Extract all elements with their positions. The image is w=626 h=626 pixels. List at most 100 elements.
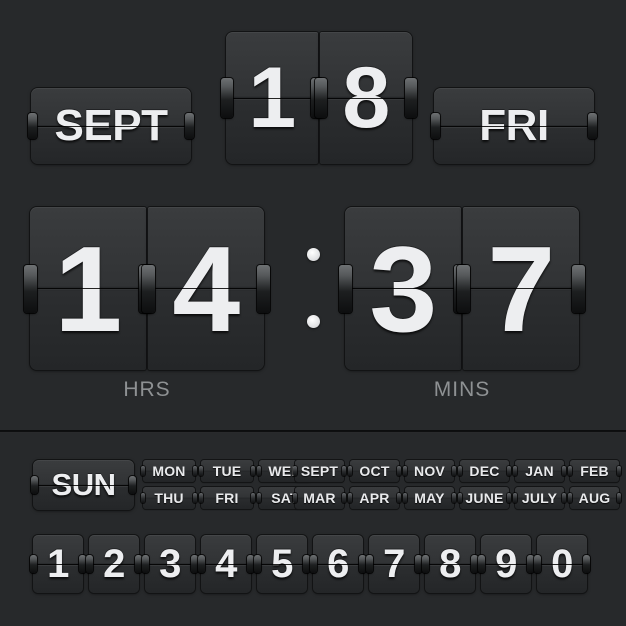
hinge-nub-right-icon bbox=[359, 555, 366, 573]
month-chip[interactable]: JUNE bbox=[458, 487, 511, 509]
hinge-nub-right-icon bbox=[129, 476, 136, 494]
hinge-nub-right-icon bbox=[185, 113, 194, 139]
hinge-nub-left-icon bbox=[431, 113, 440, 139]
hinge-nub-left-icon bbox=[221, 78, 233, 118]
hinge-nub-left-icon bbox=[310, 555, 317, 573]
selected-day-value: SUN bbox=[51, 467, 116, 502]
hours-flip-card-tens[interactable]: 1 bbox=[24, 207, 152, 370]
hinge-nub-left-icon bbox=[31, 476, 38, 494]
hinge-nub-right-icon bbox=[257, 264, 270, 313]
hinge-nub-right-icon bbox=[303, 555, 310, 573]
month-chip[interactable]: JULY bbox=[513, 487, 566, 509]
hinge-nub-right-icon bbox=[415, 555, 422, 573]
date-digit-tens: 1 bbox=[248, 49, 296, 146]
hours-flip-card-ones[interactable]: 4 bbox=[142, 207, 270, 370]
chips-row: SUN MON THU TUE FRI WED SAT SEPT MAR OCT… bbox=[0, 433, 626, 523]
minutes-digit-tens: 3 bbox=[369, 220, 437, 357]
colon-separator-icon bbox=[305, 207, 323, 370]
digit-card[interactable]: 3 bbox=[142, 535, 198, 593]
weekday-flip-card[interactable]: FRI bbox=[431, 88, 597, 164]
hinge-nub-left-icon bbox=[315, 78, 327, 118]
date-row: SEPT 1 8 FRI bbox=[0, 0, 626, 180]
hinge-nub-right-icon bbox=[583, 555, 590, 573]
month-chip[interactable]: MAY bbox=[403, 487, 456, 509]
digit-card[interactable]: 8 bbox=[422, 535, 478, 593]
digit-card[interactable]: 7 bbox=[366, 535, 422, 593]
digit-value: 9 bbox=[495, 541, 517, 586]
colon-dot-top-icon bbox=[307, 248, 320, 261]
hinge-nub-left-icon bbox=[86, 555, 93, 573]
hinge-nub-right-icon bbox=[471, 555, 478, 573]
hinge-nub-left-icon bbox=[339, 264, 352, 313]
weekday-chip[interactable]: MON bbox=[141, 460, 197, 482]
month-chip[interactable]: MAR bbox=[293, 487, 346, 509]
hinge-nub-right-icon bbox=[247, 555, 254, 573]
hinge-nub-left-icon bbox=[366, 555, 373, 573]
month-chip[interactable]: NOV bbox=[403, 460, 456, 482]
month-chip[interactable]: FEB bbox=[568, 460, 621, 482]
digit-card[interactable]: 2 bbox=[86, 535, 142, 593]
digit-value: 8 bbox=[439, 541, 461, 586]
digit-card[interactable]: 0 bbox=[534, 535, 590, 593]
digit-value: 5 bbox=[271, 541, 293, 586]
month-flip-value: SEPT bbox=[54, 101, 168, 150]
hinge-nub-left-icon bbox=[254, 555, 261, 573]
flip-clock-widget: SEPT 1 8 FRI 1 4 3 7 HRS MINS SUN MON TH… bbox=[0, 0, 626, 626]
digit-value: 7 bbox=[383, 541, 405, 586]
hinge-nub-left-icon bbox=[142, 555, 149, 573]
weekday-chip[interactable]: FRI bbox=[199, 487, 255, 509]
weekday-chip-grid: MON THU TUE FRI WED SAT bbox=[141, 460, 313, 509]
hinge-nub-left-icon bbox=[422, 555, 429, 573]
hours-digit-tens: 1 bbox=[54, 220, 122, 357]
month-chip[interactable]: SEPT bbox=[293, 460, 346, 482]
weekday-flip-value: FRI bbox=[479, 101, 549, 150]
date-flip-card-tens[interactable]: 1 bbox=[221, 32, 323, 164]
hinge-nub-left-icon bbox=[478, 555, 485, 573]
minutes-flip-card-tens[interactable]: 3 bbox=[339, 207, 467, 370]
selected-day-chip[interactable]: SUN bbox=[31, 460, 136, 510]
hours-label: HRS bbox=[123, 378, 171, 401]
digit-card[interactable]: 9 bbox=[478, 535, 534, 593]
month-flip-card[interactable]: SEPT bbox=[28, 88, 194, 164]
digit-card[interactable]: 4 bbox=[198, 535, 254, 593]
hinge-nub-left-icon bbox=[198, 555, 205, 573]
month-chip[interactable]: DEC bbox=[458, 460, 511, 482]
digit-card[interactable]: 5 bbox=[254, 535, 310, 593]
hinge-nub-right-icon bbox=[588, 113, 597, 139]
month-chip-grid: SEPT MAR OCT APR NOV MAY DEC JUNE JAN JU… bbox=[293, 460, 621, 509]
weekday-chip[interactable]: THU bbox=[141, 487, 197, 509]
digit-card[interactable]: 6 bbox=[310, 535, 366, 593]
minutes-digit-ones: 7 bbox=[487, 220, 555, 357]
colon-dot-bottom-icon bbox=[307, 315, 320, 328]
date-digit-ones: 8 bbox=[342, 49, 390, 146]
minutes-flip-card-ones[interactable]: 7 bbox=[457, 207, 585, 370]
digit-value: 0 bbox=[551, 541, 573, 586]
hinge-nub-right-icon bbox=[79, 555, 86, 573]
hinge-nub-right-icon bbox=[405, 78, 417, 118]
month-chip[interactable]: AUG bbox=[568, 487, 621, 509]
digit-value: 2 bbox=[103, 541, 125, 586]
hinge-nub-left-icon bbox=[534, 555, 541, 573]
month-chip[interactable]: JAN bbox=[513, 460, 566, 482]
digit-value: 3 bbox=[159, 541, 181, 586]
digit-value: 4 bbox=[215, 541, 237, 586]
hours-digit-ones: 4 bbox=[172, 220, 240, 357]
hinge-nub-left-icon bbox=[142, 264, 155, 313]
hinge-nub-right-icon bbox=[191, 555, 198, 573]
hinge-nub-left-icon bbox=[24, 264, 37, 313]
clock-row: 1 4 3 7 HRS MINS bbox=[0, 190, 626, 430]
digit-value: 6 bbox=[327, 541, 349, 586]
hinge-nub-left-icon bbox=[30, 555, 37, 573]
hinge-nub-left-icon bbox=[28, 113, 37, 139]
digit-strip: 1 2 3 4 5 6 7 8 9 0 bbox=[0, 530, 626, 600]
weekday-chip[interactable]: TUE bbox=[199, 460, 255, 482]
minutes-label: MINS bbox=[433, 378, 491, 401]
month-chip[interactable]: APR bbox=[348, 487, 401, 509]
month-chip[interactable]: OCT bbox=[348, 460, 401, 482]
hinge-nub-right-icon bbox=[527, 555, 534, 573]
digit-card[interactable]: 1 bbox=[30, 535, 86, 593]
date-flip-card-ones[interactable]: 8 bbox=[315, 32, 417, 164]
digit-value: 1 bbox=[47, 541, 69, 586]
hinge-nub-right-icon bbox=[572, 264, 585, 313]
hinge-nub-left-icon bbox=[457, 264, 470, 313]
